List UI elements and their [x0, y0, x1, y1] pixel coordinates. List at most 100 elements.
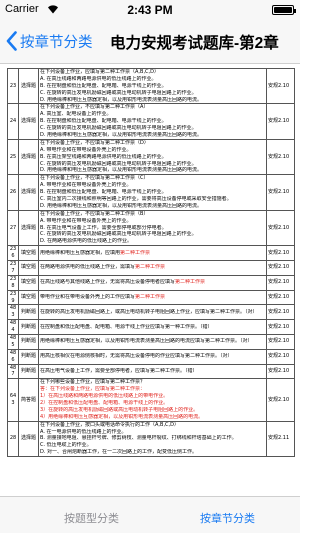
- question-content: 在下列设备上作业，不应填写第二种工作票（C） A. 带电作业和在带电设备外壳上的作…: [38, 174, 267, 211]
- question-content: 在下列设备上作业，应填写第二种工作票（A,B,C,D） A. 在高压线路和两路电源…: [38, 67, 267, 105]
- question-type: 填空题: [18, 245, 39, 262]
- question-line-text: 用高压核相仪在电源侧核相时，无需将高压设备停电的作业应填写第二种工作票。（对）: [40, 353, 233, 360]
- table-row: 486 判断题 用高压核相仪在电源侧核相时，无需将高压设备停电的作业应填写第二种工作…: [7, 348, 295, 365]
- question-source: 安规2.10: [266, 319, 295, 335]
- question-number: 238: [7, 274, 19, 291]
- question-number: 23: [7, 67, 19, 105]
- question-line: 在下列设备上作业，不应填写第二种工作票（C）: [40, 175, 265, 182]
- question-number: 239: [7, 289, 19, 306]
- question-content: 在旋转的高压发电机励磁回路上，或高压电动机转子电阻回路上作业，应填写第二种工作票…: [38, 304, 267, 321]
- question-line-text: 在旋转的高压发电机励磁回路上，或高压电动机转子电阻回路上作业，应填写第二种工作票…: [40, 308, 258, 315]
- question-line: 用绝缘棒和电压互感器定相，应填用第二种工作票: [40, 250, 265, 257]
- question-line: A. 带电作业和在带电设备外壳上的作业。: [40, 182, 265, 189]
- question-number: 27: [7, 209, 19, 247]
- battery-icon: [272, 5, 296, 15]
- question-content: 在下列设备上作业，按口头或电话命令执行的工作（A,B,C,D） A. 在一电源供电…: [38, 420, 267, 458]
- question-type: 选择题: [18, 174, 39, 211]
- question-number: 26: [7, 174, 19, 211]
- question-source: 安规2.10: [266, 174, 295, 211]
- question-source: 安规2.10: [266, 289, 295, 306]
- question-type: 选择题: [18, 103, 39, 140]
- question-line: C. 在旋转的高压发电机励磁回路或高压电动机转子电阻回路上的作业。: [40, 125, 265, 132]
- tab-by-question-type[interactable]: 按题型分类: [64, 510, 119, 526]
- question-line: 3）在旋转的高压发电机励磁回路或高压电动机转子电阻回路上的作业。: [40, 407, 265, 414]
- question-line: D. 用绝缘棒和电压互感器定相，以及用钳形电流表测量高压回路的电流。: [40, 203, 265, 210]
- table-row: 25 选择题 在下列设备上作业，不应填写第二种工作票（D） A. 带电作业和在带电设备…: [7, 138, 295, 176]
- status-bar: Carrier 2:43 PM: [0, 0, 300, 20]
- question-line: C. 在旋转的高压发电机励磁回路或高压电动机转子电阻回路上的作业。: [40, 90, 265, 97]
- clock: 2:43 PM: [127, 3, 173, 17]
- question-document[interactable]: 23 选择题 在下列设备上作业，应填写第二种工作票（A,B,C,D） A. 在高压线路…: [0, 65, 300, 496]
- question-line-text: C. 高压室内二次接线和照明等回路上的作业，需要将高压设备停电或采取安全措施者。: [40, 196, 232, 203]
- answer-text: 第二种工作票: [135, 264, 166, 271]
- table-row: 643 简答题 在下列哪些设备上作业，应填写第二种工作票？ 答：在下列设备上作业，应填…: [7, 378, 295, 422]
- question-line-text: B. 在高压架空线路和两路电源供电的低压线路上的作业。: [40, 153, 167, 160]
- question-line-text: 在下列设备上作业，应填写第二种工作票（A,B,C,D）: [40, 69, 159, 75]
- table-row: 239 填空题 带电作业和在带电设备外壳上的工作应填写第二种工作票 安规2.10: [7, 289, 295, 306]
- question-line-text: 1）在高压线路和两路电源供电的低压线路上的带电作业。: [40, 393, 169, 400]
- question-line-text: D. 用绝缘棒和电压互感器定相，以及用钳形电流表测量高压回路的电流。: [40, 132, 203, 139]
- question-line-text: D. 用绝缘棒和电压互感器定相，以及用钳形电流表测量高压回路的电流。: [40, 96, 203, 103]
- question-number: 237: [7, 260, 19, 276]
- question-type: 选择题: [18, 209, 39, 247]
- question-type: 选择题: [18, 138, 39, 176]
- question-line: C. 在旋转的高压发电机励磁回路或高压电动机转子电阻回路上的作业。: [40, 161, 265, 168]
- question-type: 判断题: [18, 348, 39, 365]
- question-type: 简答题: [18, 378, 39, 422]
- question-number: 24: [7, 103, 19, 140]
- answer-text: 第二种工作票: [135, 294, 166, 301]
- question-source: 安规2.10: [266, 378, 295, 422]
- question-line: 在下列设备上作业，不应填写第二种工作票（D）: [40, 140, 265, 147]
- question-source: 安规2.10: [266, 304, 295, 321]
- tab-by-chapter[interactable]: 按章节分类: [200, 510, 255, 526]
- question-number: 643: [7, 378, 19, 422]
- question-number: 236: [7, 245, 19, 262]
- table-row: 483 判断题 在旋转的高压发电机励磁回路上，或高压电动机转子电阻回路上作业，应填写…: [7, 304, 295, 321]
- question-line-text: 在两路电源供电的低压线路上作业，需填写: [40, 264, 136, 271]
- question-type: 选择题: [18, 420, 39, 458]
- question-line-text: C. 在旋转的高压发电机励磁回路或高压电动机转子电阻回路上的作业。: [40, 89, 197, 96]
- question-line: 在下列设备上作业，应填写第二种工作票（A,B,C,D）: [40, 69, 265, 76]
- question-type: 填空题: [18, 289, 39, 306]
- question-line: D. 用绝缘棒和电压互感器定相，以及用钳形电流表测量高压回路的电流。: [40, 167, 265, 174]
- question-content: 在高压电气设备上工作，需要全部停电者，应填写第二种工作票。（错）: [38, 363, 267, 380]
- question-line-text: 在下列设备上作业，不应填写第二种工作票（D）: [40, 139, 149, 146]
- question-content: 用绝缘棒和电压互感器定相，以及用钳形电流表测量高压回路的电流应填写第二种工作票。…: [38, 333, 267, 350]
- question-line: 4）用绝缘棒和电压互感器定相，以及用钳形电流表测量高压回路的电流。: [40, 414, 265, 421]
- question-source: 安规2.10: [266, 103, 295, 140]
- question-line: 用绝缘棒和电压互感器定相，以及用钳形电流表测量高压回路的电流应填写第二种工作票。…: [40, 338, 265, 345]
- question-type: 判断题: [18, 363, 39, 380]
- question-type: 判断题: [18, 304, 39, 321]
- question-type: 判断题: [18, 333, 39, 350]
- question-line: A. 高压室、配电设备上的作业。: [40, 111, 265, 118]
- question-line-text: D. 对一、合闸熔断器工作，在一二次回路上的工作，配变低压侧工作。: [40, 449, 198, 456]
- question-source: 安规2.11: [266, 420, 295, 458]
- question-line: B. 在控制盘和低压配电盘、配电箱、电源干线上的作业。: [40, 189, 265, 196]
- question-line-text: D. 在两路电源供电的低压线路上的作业。: [40, 238, 133, 245]
- question-source: 安规2.10: [266, 138, 295, 176]
- question-source: 安规2.10: [266, 348, 295, 365]
- question-content: 在下列设备上作业，不应填写第二种工作票（D） A. 带电作业和在带电设备外壳上的作…: [38, 138, 267, 176]
- question-source: 安规2.10: [266, 245, 295, 262]
- question-source: 安规2.10: [266, 274, 295, 291]
- back-button[interactable]: 按章节分类: [6, 28, 93, 54]
- chevron-left-icon: [6, 31, 17, 51]
- question-line: B. 在控制盘和低压配电盘、配电箱、电源干线上的作业。: [40, 118, 265, 125]
- question-line-text: 2）在控制盘和低压配电盘、配电箱、电源干线上的作业。: [40, 399, 169, 406]
- tab-bar: 按题型分类 按章节分类: [0, 496, 300, 533]
- question-line: D. 在两路电源供电的低压线路上的作业。: [40, 238, 265, 245]
- question-line: 在高压线路与其他线路上作业，无需将高压设备停电者应填写第二种工作票: [40, 279, 265, 286]
- question-line: 带电作业和在带电设备外壳上的工作应填写第二种工作票: [40, 294, 265, 301]
- question-line-text: 在下列设备上作业，不应填写第二种工作票（A）: [40, 104, 149, 111]
- question-line-text: 在高压电气设备上工作，需要全部停电者，应填写第二种工作票。（错）: [40, 367, 198, 374]
- question-line-text: 用绝缘棒和电压互感器定相，以及用钳形电流表测量高压回路的电流应填写第二种工作票。…: [40, 338, 253, 345]
- question-line: D. 用绝缘棒和电压互感器定相，以及用钳形电流表测量高压回路的电流。: [40, 97, 265, 104]
- question-line: B. 测量接地电阻、悬挂杆号牌、修剪树枝、测量电杆裂纹、打绑线和杆塔基础上的工作…: [40, 435, 265, 442]
- table-row: 23 选择题 在下列设备上作业，应填写第二种工作票（A,B,C,D） A. 在高压线路…: [7, 67, 295, 105]
- question-line: 在下列设备上作业，不应填写第二种工作票（A）: [40, 104, 265, 111]
- question-line: B. 在高压架空线路和两路电源供电的低压线路上的作业。: [40, 154, 265, 161]
- table-row: 26 选择题 在下列设备上作业，不应填写第二种工作票（C） A. 带电作业和在带电设备…: [7, 174, 295, 211]
- question-line-text: D. 用绝缘棒和电压互感器定相，以及用钳形电流表测量高压回路的电流。: [40, 202, 203, 209]
- question-line-text: B. 在控制盘和低压配电盘、配电箱、电源干线上的作业。: [40, 189, 167, 196]
- question-content: 用绝缘棒和电压互感器定相，应填用第二种工作票: [38, 245, 267, 262]
